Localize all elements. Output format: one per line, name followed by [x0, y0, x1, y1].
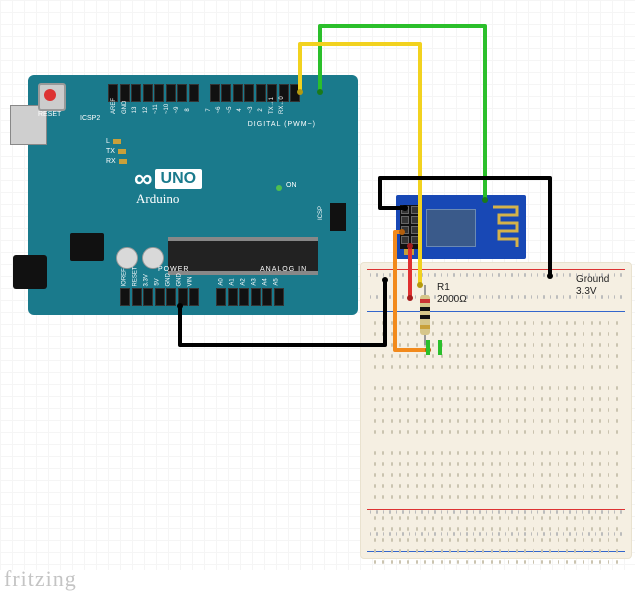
- pcb-antenna-icon: [491, 203, 521, 251]
- vcc-rail-label: 3.3V: [576, 286, 597, 297]
- power-analog-header[interactable]: [120, 288, 284, 306]
- infinity-icon: ∞: [134, 163, 149, 194]
- bottom-power-rail[interactable]: [369, 508, 623, 528]
- reset-button[interactable]: [38, 83, 66, 111]
- on-label: ON: [286, 182, 297, 189]
- icsp-header[interactable]: [330, 203, 346, 231]
- digital-pin-labels: AREFGND 1312 ~11~10 ~98 7~6 ~54 ~32 TX→1…: [110, 107, 286, 113]
- resistor-value: 2000Ω: [437, 294, 467, 305]
- resistor-r1: [420, 295, 430, 335]
- digital-section-label: DIGITAL (PWM~): [248, 121, 316, 128]
- analog-section-label: ANALOG IN: [260, 266, 307, 273]
- esp8266-module: [396, 195, 526, 259]
- resistor-ref: R1: [437, 282, 450, 293]
- arduino-uno-board: RESET ICSP2 AREFGND 1312 ~11~10 ~98 7~6 …: [28, 75, 358, 315]
- voltage-regulator: [70, 233, 104, 261]
- arduino-brand-text: Arduino: [136, 191, 179, 207]
- txrx-leds: L TX RX: [106, 137, 127, 167]
- icsp2-label: ICSP2: [80, 115, 100, 122]
- esp-component: [404, 249, 414, 255]
- digital-header[interactable]: [108, 84, 343, 104]
- barrel-jack: [13, 255, 47, 289]
- capacitors: [116, 247, 164, 269]
- bottom-pin-labels: IOREFRESET 3.3V5V GNDGND VIN A0A1 A2A3 A…: [120, 279, 281, 285]
- bottom-ground-rail[interactable]: [369, 530, 623, 550]
- power-section-label: POWER: [158, 266, 189, 273]
- arduino-logo: ∞ UNO: [134, 163, 202, 194]
- esp-shield: [426, 209, 476, 247]
- breadboard[interactable]: [360, 262, 632, 559]
- breadboard-field[interactable]: [373, 319, 619, 502]
- ground-rail-label: Ground: [576, 274, 609, 285]
- power-led-icon: [276, 185, 282, 191]
- icsp-label: ICSP: [318, 206, 324, 220]
- fritzing-watermark: fritzing: [4, 566, 77, 592]
- reset-label: RESET: [38, 111, 61, 118]
- esp-pin-header[interactable]: [400, 205, 420, 249]
